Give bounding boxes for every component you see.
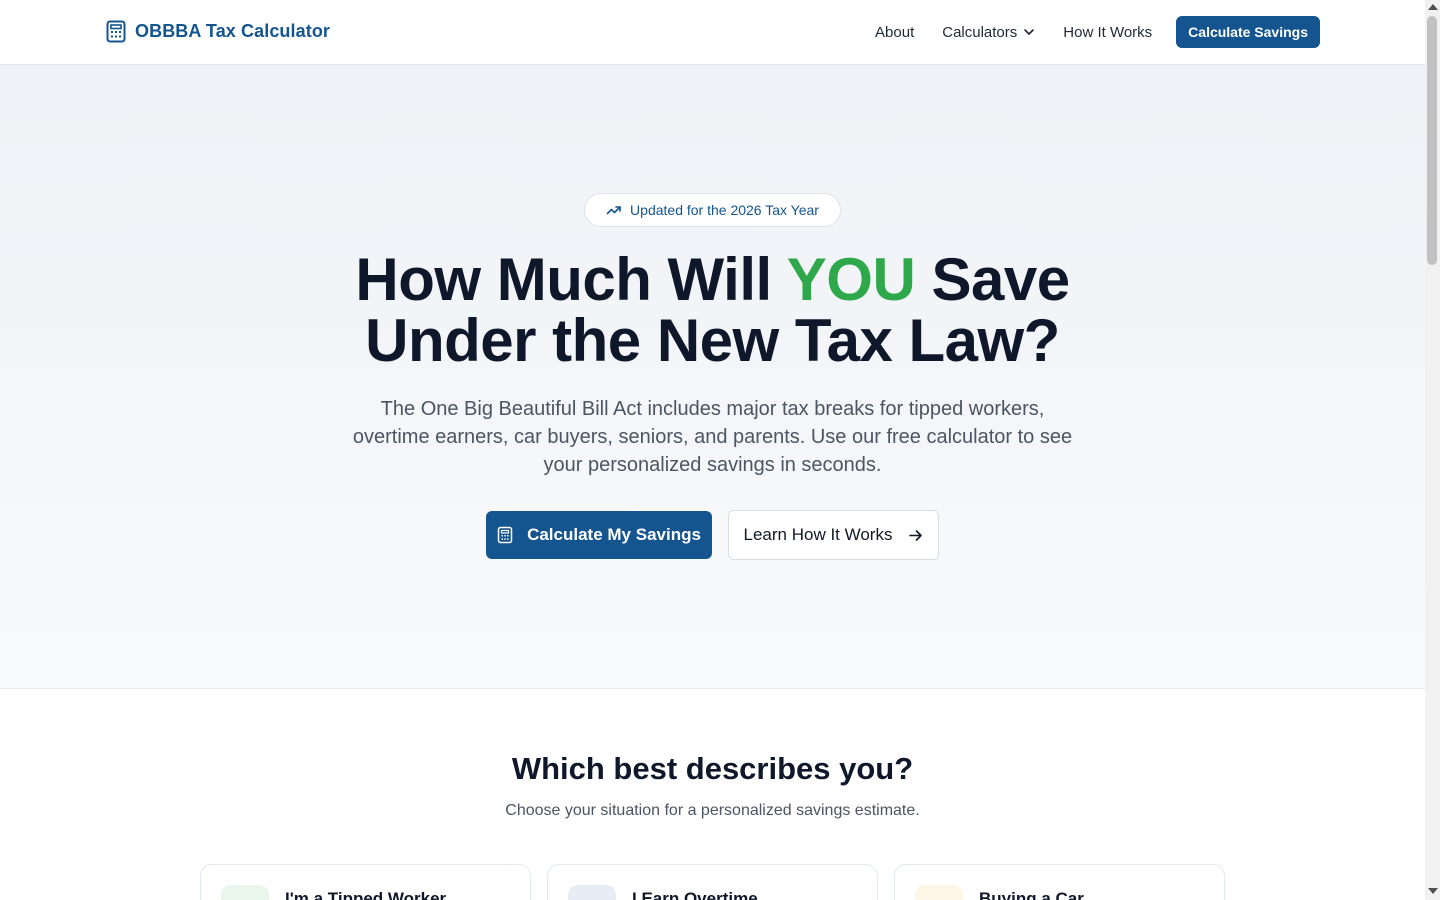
nav-calculators-label: Calculators [942, 23, 1018, 41]
tax-year-badge-label: Updated for the 2026 Tax Year [630, 202, 819, 218]
situation-card-buying-car[interactable]: Buying a Car [894, 864, 1225, 900]
situation-cards: I'm a Tipped Worker I Earn Overtime Buyi… [200, 864, 1225, 900]
scroll-up-arrow-icon[interactable] [1428, 4, 1438, 10]
site-header: OBBBA Tax Calculator About Calculators H… [0, 0, 1425, 65]
page: OBBBA Tax Calculator About Calculators H… [0, 0, 1425, 900]
hero-subtitle: The One Big Beautiful Bill Act includes … [352, 398, 1073, 476]
hero-title-part1: How Much Will [355, 246, 787, 313]
vertical-scrollbar[interactable] [1425, 0, 1440, 900]
situations-subtitle: Choose your situation for a personalized… [505, 802, 920, 819]
hero-title-line2: Under the New Tax Law? [365, 307, 1060, 374]
main-nav: About Calculators How It Works Calculate… [875, 16, 1320, 48]
situations-title: Which best describes you? [511, 751, 914, 786]
tax-year-badge: Updated for the 2026 Tax Year [584, 193, 841, 227]
calculator-icon [497, 526, 513, 544]
brand-logo-link[interactable]: OBBBA Tax Calculator [106, 20, 330, 43]
hero-section: Updated for the 2026 Tax Year How Much W… [0, 65, 1425, 689]
situation-card-overtime[interactable]: I Earn Overtime [547, 864, 878, 900]
calculate-my-savings-button[interactable]: Calculate My Savings [486, 511, 712, 559]
situation-card-title: I'm a Tipped Worker [285, 889, 447, 900]
situation-card-tipped-worker[interactable]: I'm a Tipped Worker [200, 864, 531, 900]
trending-up-icon [606, 206, 621, 215]
hero-title: How Much Will YOU Save Under the New Tax… [0, 249, 1425, 371]
learn-how-it-works-button[interactable]: Learn How It Works [728, 510, 939, 560]
hero-title-part2: Save [915, 246, 1070, 313]
learn-how-it-works-label: Learn How It Works [743, 525, 893, 544]
calculator-icon [106, 20, 126, 43]
car-icon [915, 885, 963, 900]
nav-how-it-works[interactable]: How It Works [1063, 24, 1152, 41]
chevron-down-icon [1024, 29, 1035, 35]
brand-name: OBBBA Tax Calculator [135, 21, 331, 41]
nav-about[interactable]: About [875, 24, 914, 41]
hero-title-highlight: YOU [786, 246, 916, 313]
scroll-down-arrow-icon[interactable] [1428, 888, 1438, 894]
scrollbar-thumb[interactable] [1427, 16, 1437, 265]
nav-calculators-dropdown[interactable]: Calculators [942, 24, 1035, 41]
arrow-right-icon [909, 529, 923, 541]
overtime-icon [568, 885, 616, 900]
calculate-my-savings-label: Calculate My Savings [527, 525, 701, 544]
tipped-worker-icon [221, 885, 269, 900]
hero-actions: Calculate My Savings Learn How It Works [486, 510, 939, 560]
calculate-savings-button[interactable]: Calculate Savings [1176, 16, 1320, 48]
situation-card-title: I Earn Overtime [632, 889, 758, 900]
situation-card-title: Buying a Car [979, 889, 1084, 900]
